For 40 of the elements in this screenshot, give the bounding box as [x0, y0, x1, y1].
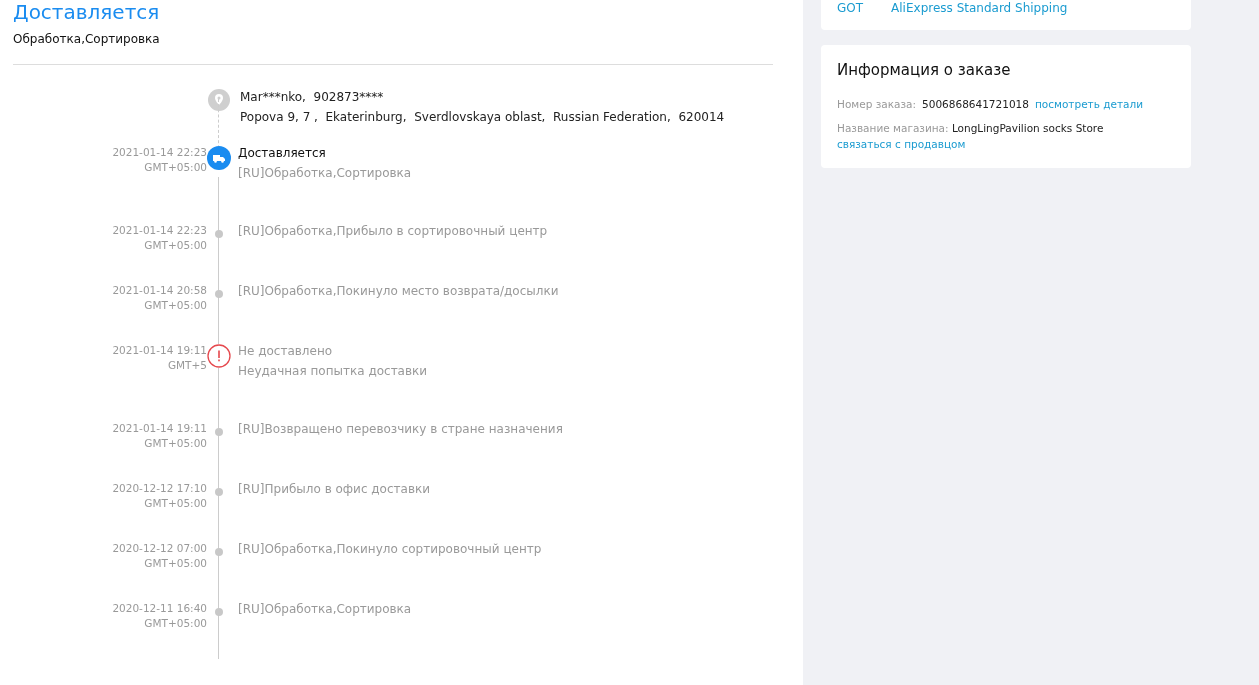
status-title: Доставляется	[13, 0, 161, 24]
truck-icon	[207, 146, 231, 170]
view-details-link[interactable]: посмотреть детали	[1034, 95, 1144, 112]
recipient-name: Mar***nko, 902873****	[240, 89, 385, 106]
event-date: 2020-12-12 17:10	[111, 481, 207, 496]
store-info: Название магазина: LongLingPavilion socks Store связаться с продавцом	[837, 120, 1105, 152]
event-timezone: GMT+05:00	[143, 238, 207, 253]
event-date: 2020-12-12 07:00	[111, 541, 207, 556]
event-detail: [RU]Прибыло в офис доставки	[238, 481, 431, 498]
status-subtitle: Обработка,Сортировка	[13, 31, 161, 48]
event-date: 2021-01-14 20:58	[111, 283, 207, 298]
event-date: 2020-12-11 16:40	[111, 601, 207, 616]
event-timezone: GMT+05:00	[143, 496, 207, 511]
order-info-title: Информация о заказе	[837, 60, 1012, 81]
event-detail: Неудачная попытка доставки	[238, 363, 428, 380]
carrier-name: GOT	[837, 1, 864, 16]
event-date: 2021-01-14 19:11	[111, 421, 207, 436]
event-title: Не доставлено	[238, 343, 334, 360]
event-detail: [RU]Обработка,Покинуло сортировочный центр	[238, 541, 542, 558]
order-number: 5006868641721018	[922, 96, 1029, 112]
event-timezone: GMT+05:00	[143, 556, 207, 571]
event-timezone: GMT+05:00	[143, 160, 207, 175]
event-date: 2021-01-14 19:11	[111, 343, 207, 358]
event-timezone: GMT+5	[166, 358, 207, 373]
contact-seller-link[interactable]: связаться с продавцом	[837, 137, 966, 150]
alert-icon	[207, 344, 231, 368]
event-detail: [RU]Обработка,Сортировка	[238, 165, 412, 182]
shipping-service: AliExpress Standard Shipping	[891, 1, 1068, 16]
recipient-address: Popova 9, 7 , Ekaterinburg, Sverdlovskaya oblast, Russian Federation, 620014	[240, 109, 725, 126]
event-title: Доставляется	[238, 145, 327, 162]
event-detail: [RU]Возвращено перевозчику в стране назначения	[238, 421, 563, 438]
event-timezone: GMT+05:00	[143, 436, 207, 451]
event-detail: [RU]Обработка,Покинуло место возврата/досылки	[238, 283, 559, 300]
event-timezone: GMT+05:00	[143, 298, 207, 313]
event-detail: [RU]Обработка,Прибыло в сортировочный центр	[238, 223, 548, 240]
event-detail: [RU]Обработка,Сортировка	[238, 601, 412, 618]
order-number-label: Номер заказа:	[837, 96, 917, 112]
event-date: 2021-01-14 22:23	[111, 145, 207, 160]
event-date: 2021-01-14 22:23	[111, 223, 207, 238]
event-timezone: GMT+05:00	[143, 616, 207, 631]
